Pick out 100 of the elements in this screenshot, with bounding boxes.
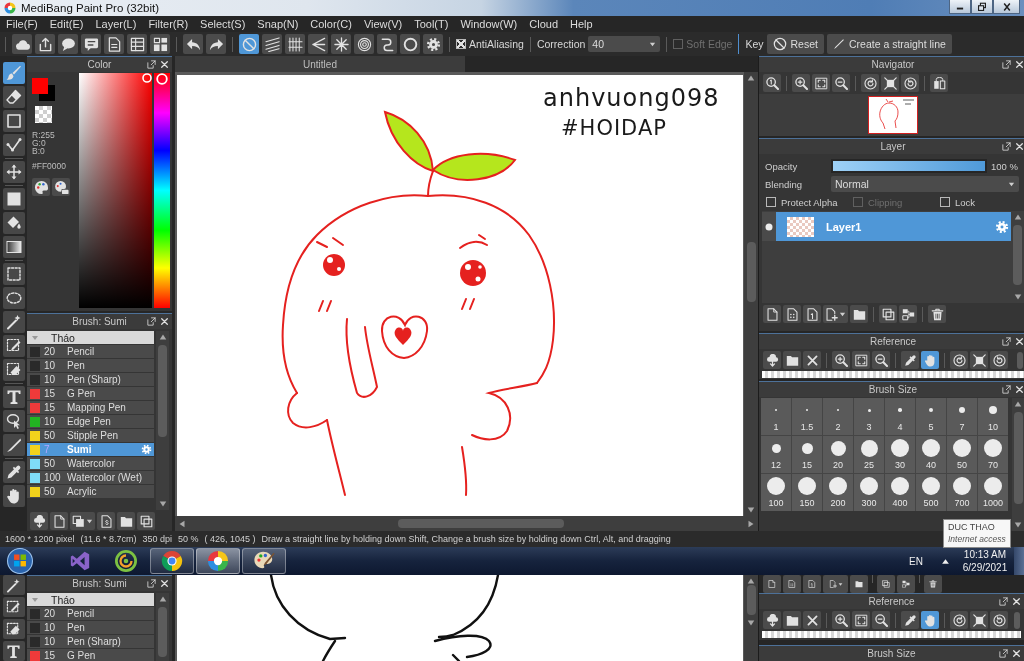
reference-tool-button[interactable] [901,611,919,629]
brush-size-option[interactable]: 20 [823,436,853,473]
brush-size-option[interactable]: 25 [854,436,884,473]
reference-tool-button[interactable] [872,351,890,369]
tool-button[interactable] [2,434,25,456]
clock-time[interactable]: 10:13 AM [963,548,1007,561]
snap-button[interactable] [377,34,397,54]
brush-size-option[interactable]: 7 [947,398,977,435]
menu-item[interactable]: Select(S) [194,18,252,30]
menu-item[interactable]: View(V) [357,18,409,30]
brush-size-option[interactable]: 50 [947,436,977,473]
tool-button[interactable] [2,161,25,183]
reference-tool-button[interactable] [763,611,781,629]
brush-group-header[interactable]: Tháo [27,593,154,606]
brush-size-option[interactable]: 12 [761,436,791,473]
brush-action-button[interactable] [97,512,115,530]
brush-list-item[interactable]: 100 Watercolor (Wet) [27,471,154,484]
toolbar-button[interactable] [206,34,226,54]
scrollbar-thumb[interactable] [746,585,756,615]
menu-item[interactable]: Tool(T) [408,18,455,30]
brush-size-option[interactable]: 200 [823,474,853,511]
close-icon[interactable] [1012,597,1021,606]
visibility-toggle[interactable] [762,212,776,241]
scrollbar-thumb[interactable] [158,345,167,437]
undock-icon[interactable] [147,579,156,588]
snap-button[interactable] [308,34,328,54]
tool-button[interactable] [2,410,25,432]
brush-size-option[interactable]: 40 [916,436,946,473]
tool-button[interactable] [2,597,25,617]
undock-icon[interactable] [1002,337,1011,346]
layer-action-button[interactable] [850,305,868,323]
tool-button[interactable] [2,359,25,381]
menu-item[interactable]: Cloud [523,18,564,30]
toolbar-button[interactable] [183,34,203,54]
blending-dropdown[interactable]: Normal [831,176,1019,192]
navigator-button[interactable] [792,74,810,92]
navigator-button[interactable] [832,74,850,92]
tool-button[interactable] [2,86,25,108]
brush-group-header[interactable]: Tháo [27,331,154,344]
close-icon[interactable] [1015,142,1024,151]
brush-size-option[interactable]: 4 [885,398,915,435]
checkbox[interactable] [766,197,776,207]
undock-icon[interactable] [147,60,156,69]
reference-tool-button[interactable] [803,351,821,369]
brush-size-option[interactable]: 30 [885,436,915,473]
snap-button[interactable] [285,34,305,54]
reference-tool-button[interactable] [950,611,968,629]
tool-button[interactable] [2,485,25,507]
reference-tool-button[interactable] [872,611,890,629]
layer-action-button[interactable] [783,305,801,323]
brush-action-button[interactable] [70,512,95,530]
tool-button[interactable] [2,263,25,285]
brush-list-item[interactable]: 15 G Pen [27,649,154,661]
navigator-button[interactable] [812,74,830,92]
layer-action-button[interactable] [897,575,915,593]
reference-tool-button[interactable] [950,351,968,369]
brush-list-item[interactable]: 15 G Pen [27,387,154,400]
tool-button[interactable] [2,461,25,483]
brush-list-item[interactable]: 50 Acrylic [27,485,154,498]
up-arrow-icon[interactable] [941,556,950,566]
close-icon[interactable] [160,317,169,326]
checkbox[interactable] [456,39,466,49]
scrollbar[interactable] [156,593,169,661]
navigator-button[interactable] [861,74,879,92]
scrollbar-thumb[interactable] [1013,412,1023,504]
correction-dropdown[interactable]: 40 [588,36,661,52]
close-icon[interactable] [160,579,169,588]
layer-action-button[interactable] [823,305,848,323]
canvas[interactable]: anhvuong098 #HOIDAP [177,75,743,516]
straight-line-button[interactable]: Create a straight line [826,34,952,54]
reference-tool-button[interactable] [763,351,781,369]
close-icon[interactable] [1012,649,1021,658]
menu-item[interactable]: Layer(L) [89,18,143,30]
close-icon[interactable] [1015,60,1024,69]
toolbar-button[interactable] [104,34,124,54]
tool-button[interactable] [2,212,25,234]
toolbar-button[interactable] [12,34,32,54]
navigator-button[interactable] [763,74,781,92]
brush-action-button[interactable] [117,512,135,530]
undock-icon[interactable] [1002,142,1011,151]
reference-tool-button[interactable] [970,611,988,629]
menu-item[interactable]: Edit(E) [43,18,90,30]
color-field[interactable] [79,73,152,308]
menu-item[interactable]: File(F) [0,18,44,30]
reference-tool-button[interactable] [990,611,1008,629]
layer-action-button[interactable] [879,305,897,323]
clock-date[interactable]: 6/29/2021 [962,561,1008,574]
tool-button[interactable] [2,236,25,258]
scrollbar-thumb[interactable] [1013,225,1022,285]
brush-size-option[interactable]: 1000 [978,474,1008,511]
layer-action-button[interactable] [763,575,781,593]
undock-icon[interactable] [147,317,156,326]
reset-button[interactable]: Reset [766,34,824,54]
navigator-button[interactable] [901,74,919,92]
minimize-button[interactable] [949,0,971,14]
reference-tool-button[interactable] [990,351,1008,369]
scrollbar-thumb[interactable] [158,607,167,657]
layer-action-button[interactable] [823,575,848,593]
brush-size-option[interactable]: 1.5 [792,398,822,435]
brush-list-item[interactable]: 20 Pencil [27,345,154,358]
